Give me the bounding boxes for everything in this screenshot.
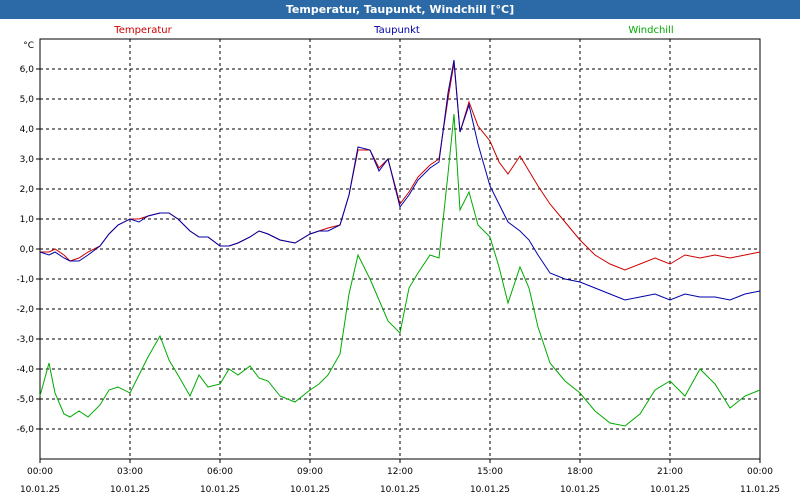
- y-tick-label: 1,0: [20, 215, 35, 225]
- x-tick-date-label: 10.01.25: [380, 485, 420, 495]
- x-tick-time-label: 00:00: [747, 467, 773, 477]
- x-tick-date-label: 10.01.25: [650, 485, 690, 495]
- x-tick-time-label: 06:00: [207, 467, 233, 477]
- x-tick-time-label: 00:00: [27, 467, 53, 477]
- y-tick-label: -1,0: [16, 275, 34, 285]
- legend-label-windchill: Windchill: [628, 25, 673, 36]
- x-tick-date-label: 10.01.25: [200, 485, 240, 495]
- y-tick-label: -2,0: [16, 305, 34, 315]
- x-tick-date-label: 10.01.25: [560, 485, 600, 495]
- y-tick-label: -5,0: [16, 395, 34, 405]
- x-tick-date-label: 10.01.25: [470, 485, 510, 495]
- y-tick-label: 5,0: [20, 95, 35, 105]
- legend-label-temperatur: Temperatur: [113, 25, 172, 36]
- x-tick-date-label: 11.01.25: [740, 485, 780, 495]
- y-axis: 6,0 5,0 4,0 3,0 2,0 1,0 0,0 -1,0 -2,0 -3,0 -4,0 -5,…: [16, 41, 40, 435]
- chart-canvas: 6,0 5,0 4,0 3,0 2,0 1,0 0,0 -1,0 -2,0 -3,0 -4,0 -5,…: [16, 25, 780, 495]
- x-tick-time-label: 21:00: [657, 467, 683, 477]
- x-tick-date-label: 10.01.25: [110, 485, 150, 495]
- y-axis-unit-label: °C: [23, 41, 34, 51]
- x-tick-time-label: 12:00: [387, 467, 413, 477]
- x-tick-date-label: 10.01.25: [290, 485, 330, 495]
- x-axis: 00:00 10.01.25 03:00 10.01.25 06:00 10.01.25 0…: [20, 459, 780, 495]
- legend-label-taupunkt: Taupunkt: [373, 25, 420, 36]
- x-tick-time-label: 09:00: [297, 467, 323, 477]
- x-tick-time-label: 18:00: [567, 467, 593, 477]
- y-tick-label: 3,0: [20, 155, 35, 165]
- y-tick-label: 2,0: [20, 185, 35, 195]
- y-tick-label: 0,0: [20, 245, 35, 255]
- y-tick-label: 6,0: [20, 65, 35, 75]
- chart-window-title: Temperatur, Taupunkt, Windchill [°C]: [0, 0, 800, 19]
- legend: Temperatur Taupunkt Windchill: [113, 25, 673, 36]
- y-tick-label: 4,0: [20, 125, 35, 135]
- x-tick-time-label: 03:00: [117, 467, 143, 477]
- y-tick-label: -6,0: [16, 425, 34, 435]
- x-tick-time-label: 15:00: [477, 467, 503, 477]
- y-tick-label: -3,0: [16, 335, 34, 345]
- y-tick-label: -4,0: [16, 365, 34, 375]
- x-tick-date-label: 10.01.25: [20, 485, 60, 495]
